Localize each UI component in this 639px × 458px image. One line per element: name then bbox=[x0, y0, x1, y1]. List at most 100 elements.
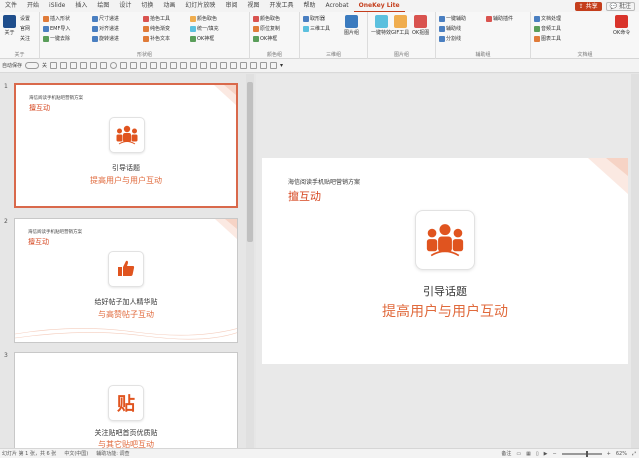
tab-file[interactable]: 文件 bbox=[0, 0, 22, 12]
tab-home[interactable]: 开始 bbox=[22, 0, 44, 12]
color-get-button[interactable]: 颜色取色 bbox=[253, 15, 280, 22]
eyedropper-qat-icon[interactable] bbox=[270, 62, 278, 69]
crop-icon[interactable] bbox=[250, 62, 258, 69]
align-center-icon[interactable] bbox=[140, 62, 148, 69]
tab-design[interactable]: 设计 bbox=[114, 0, 136, 12]
group-icon[interactable] bbox=[210, 62, 218, 69]
in-place-copy-button[interactable]: 原位复制 bbox=[253, 25, 280, 32]
rotate-step-button[interactable]: 旋转递进 bbox=[92, 35, 119, 42]
normal-view-icon[interactable]: ▭ bbox=[516, 451, 521, 457]
size-icon bbox=[92, 15, 98, 22]
redo-icon[interactable] bbox=[70, 62, 78, 69]
settings-button[interactable]: 设置 bbox=[20, 15, 30, 22]
one-click-assist-button[interactable]: 一键辅助 bbox=[439, 15, 466, 22]
textbox-icon[interactable] bbox=[120, 62, 128, 69]
tab-insert[interactable]: 插入 bbox=[70, 0, 92, 12]
tab-animations[interactable]: 动画 bbox=[158, 0, 180, 12]
gif-tool-button[interactable]: GIF工具 bbox=[391, 15, 409, 36]
website-button[interactable]: 官网 bbox=[20, 25, 30, 32]
ok-frame-button[interactable]: OK神框 bbox=[190, 35, 214, 42]
ok-command-button[interactable]: OK命令 bbox=[613, 15, 630, 36]
slide-thumbnail-1[interactable]: 海信阅读手机贴吧营销方案 擅互动 引导话题 提高用户与用户互动 bbox=[14, 83, 238, 208]
tab-view[interactable]: 视图 bbox=[242, 0, 264, 12]
accessibility-status[interactable]: 辅助功能: 调查 bbox=[96, 450, 129, 457]
assist-plugin-button[interactable]: 辅助插件 bbox=[486, 15, 513, 22]
autosave-toggle[interactable] bbox=[25, 62, 40, 69]
color-sample-button[interactable]: 颜色取色 bbox=[190, 15, 217, 22]
size-step-button[interactable]: 尺寸递进 bbox=[92, 15, 119, 22]
slide-thumbnail-2[interactable]: 海信阅读手机贴吧营销方案 擅互动 给好帖子加人精华贴 与高赞帖子互动 bbox=[14, 218, 238, 343]
picture-group-button[interactable]: 图片组 bbox=[344, 15, 359, 36]
save-icon[interactable] bbox=[50, 62, 58, 69]
customize-qat-icon[interactable]: ▾ bbox=[280, 62, 287, 69]
audio-tool-button[interactable]: 音频工具 bbox=[534, 25, 561, 32]
align-top-icon[interactable] bbox=[160, 62, 168, 69]
ellipse-icon[interactable] bbox=[110, 62, 118, 69]
comment-button[interactable]: 💬 批注 bbox=[605, 1, 635, 11]
slide-line-2[interactable]: 提高用户与用户互动 bbox=[262, 301, 628, 321]
tab-draw[interactable]: 绘图 bbox=[92, 0, 114, 12]
notes-button[interactable]: 备注 bbox=[501, 450, 511, 457]
undo-icon[interactable] bbox=[60, 62, 68, 69]
language-status[interactable]: 中文(中国) bbox=[64, 450, 88, 457]
zoom-in-icon[interactable]: + bbox=[607, 451, 611, 457]
ok-cutout-button[interactable]: OK抠图 bbox=[412, 15, 429, 36]
tab-developer[interactable]: 开发工具 bbox=[264, 0, 298, 12]
fit-to-window-icon[interactable]: ⤢ bbox=[632, 451, 636, 457]
doc-process-button[interactable]: 文档处理 bbox=[534, 15, 561, 22]
insert-shape-button[interactable]: 插入形状 bbox=[43, 15, 70, 22]
slide-subtitle[interactable]: 海信阅读手机贴吧营销方案 bbox=[288, 177, 360, 186]
bring-forward-icon[interactable] bbox=[230, 62, 238, 69]
solid-gradient-button[interactable]: 纯色渐变 bbox=[143, 25, 170, 32]
zoom-level[interactable]: 62% bbox=[616, 451, 627, 457]
slideshow-icon[interactable]: ▶ bbox=[544, 451, 548, 457]
distribute-v-icon[interactable] bbox=[200, 62, 208, 69]
slide-title[interactable]: 擅互动 bbox=[288, 188, 321, 204]
tab-acrobat[interactable]: Acrobat bbox=[321, 0, 354, 12]
new-slide-icon[interactable] bbox=[90, 62, 98, 69]
about-button[interactable]: 关于 bbox=[3, 15, 16, 36]
slide-thumbnail-3[interactable]: 贴 关注贴吧首页优质贴 与其它贴吧互动 bbox=[14, 352, 238, 448]
one-click-effect-button[interactable]: 一键特效 bbox=[371, 15, 391, 36]
unify-fill-button[interactable]: 统一/填充 bbox=[190, 25, 219, 32]
zoom-slider[interactable] bbox=[561, 450, 602, 457]
one-click-remove-button[interactable]: 一键去除 bbox=[43, 35, 70, 42]
ungroup-icon[interactable] bbox=[220, 62, 228, 69]
divider-line-button[interactable]: 分割线 bbox=[439, 35, 461, 42]
format-painter-icon[interactable] bbox=[80, 62, 88, 69]
follow-button[interactable]: 关注 bbox=[20, 35, 30, 42]
align-step-button[interactable]: 对齐递进 bbox=[92, 25, 119, 32]
shape-taker-button[interactable]: 取形器 bbox=[303, 15, 325, 22]
zoom-out-icon[interactable]: − bbox=[552, 451, 556, 457]
tab-transitions[interactable]: 切换 bbox=[136, 0, 158, 12]
tab-islide[interactable]: iSlide bbox=[44, 0, 70, 12]
ok-frame2-button[interactable]: OK神框 bbox=[253, 35, 277, 42]
guides-button[interactable]: 辅助线 bbox=[439, 25, 461, 32]
emf-import-button[interactable]: EMF导入 bbox=[43, 25, 70, 32]
scrollbar-thumb[interactable] bbox=[247, 82, 253, 242]
align-middle-icon[interactable] bbox=[170, 62, 178, 69]
tab-onekey-lite[interactable]: OneKey Lite bbox=[353, 0, 405, 12]
color-picker-tool-button[interactable]: 拾色工具 bbox=[143, 15, 170, 22]
tab-help[interactable]: 帮助 bbox=[298, 0, 320, 12]
align-right-icon[interactable] bbox=[150, 62, 158, 69]
editor-scrollbar[interactable] bbox=[631, 74, 639, 448]
share-button[interactable]: ⇪ 共享 bbox=[574, 1, 602, 11]
rectangle-icon[interactable] bbox=[100, 62, 108, 69]
3d-tool-button[interactable]: 三维工具 bbox=[303, 25, 330, 32]
merge-shapes-icon[interactable] bbox=[260, 62, 268, 69]
reading-view-icon[interactable]: ▯ bbox=[536, 451, 539, 457]
align-bottom-icon[interactable] bbox=[180, 62, 188, 69]
tab-review[interactable]: 审阅 bbox=[220, 0, 242, 12]
thumbnails-scrollbar[interactable] bbox=[246, 74, 254, 448]
group-people-icon[interactable] bbox=[415, 210, 475, 270]
align-left-icon[interactable] bbox=[130, 62, 138, 69]
send-backward-icon[interactable] bbox=[240, 62, 248, 69]
distribute-h-icon[interactable] bbox=[190, 62, 198, 69]
complement-text-button[interactable]: 补色文本 bbox=[143, 35, 170, 42]
tab-slideshow[interactable]: 幻灯片放映 bbox=[180, 0, 220, 12]
sorter-view-icon[interactable]: ▦ bbox=[526, 451, 531, 457]
chart-tool-button[interactable]: 图表工具 bbox=[534, 35, 561, 42]
current-slide[interactable]: 海信阅读手机贴吧营销方案 擅互动 引导话题 提高用户与用户互动 bbox=[262, 158, 628, 364]
slide-line-1[interactable]: 引导话题 bbox=[262, 283, 628, 299]
